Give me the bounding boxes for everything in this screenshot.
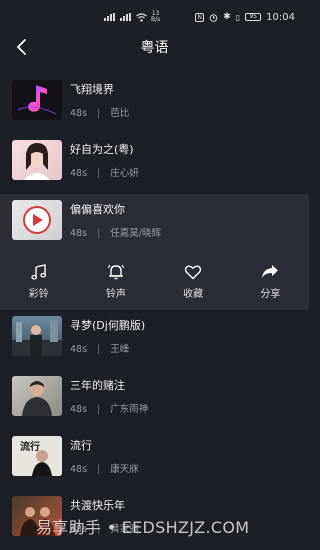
song-title-1: 飞翔境界 bbox=[70, 83, 114, 96]
song-action-bar: 彩铃 铃声 收藏 分享 bbox=[0, 252, 309, 310]
ringtone-label: 铃声 bbox=[105, 288, 126, 300]
nav-bar: 粤语 bbox=[0, 34, 309, 60]
net-speed: 13 B/s bbox=[151, 10, 161, 23]
song-row-6[interactable]: 流行 流行 48s | 康天庥 bbox=[0, 430, 309, 490]
music-note-icon bbox=[30, 263, 46, 280]
song-title-3: 偏偏喜欢你 bbox=[70, 203, 125, 216]
song-cover-4 bbox=[12, 316, 62, 356]
clock: 10:04 bbox=[266, 11, 295, 23]
heart-icon bbox=[184, 265, 202, 279]
song-title-7: 共渡快乐年 bbox=[70, 499, 125, 512]
ringback-button[interactable]: 彩铃 bbox=[0, 252, 77, 310]
bell-icon bbox=[107, 264, 124, 279]
signal-icon-2 bbox=[120, 13, 132, 21]
alarm-icon bbox=[209, 13, 218, 22]
song-title-6: 流行 bbox=[70, 439, 92, 452]
song-row-5[interactable]: 三年的赌注 48s | 广东雨神 bbox=[0, 370, 309, 430]
bluetooth-icon: ✱ bbox=[223, 12, 231, 22]
watermark: 易享助手 • EEDSHZJZ.COM bbox=[36, 518, 250, 537]
song-meta-6: 48s | 康天庥 bbox=[70, 464, 139, 475]
song-list: 飞翔境界 48s | 芭比 好自为之(粤) 48s | 庄心妍 偏偏喜欢你 48s | 任嘉… bbox=[0, 74, 309, 550]
cover-text-6: 流行 bbox=[20, 440, 40, 453]
signal-icon bbox=[104, 13, 116, 21]
nfc-icon: N bbox=[195, 12, 205, 22]
wifi-icon bbox=[136, 12, 147, 22]
song-cover-3 bbox=[12, 200, 62, 240]
vibrate-icon: ▯ bbox=[235, 12, 241, 22]
song-row-4[interactable]: 寻梦(Dj何鹏版) 48s | 王峰 bbox=[0, 310, 309, 370]
song-row-2[interactable]: 好自为之(粤) 48s | 庄心妍 bbox=[0, 134, 309, 194]
song-title-4: 寻梦(Dj何鹏版) bbox=[70, 319, 146, 332]
song-row-3[interactable]: 偏偏喜欢你 48s | 任嘉昊/晓辉 bbox=[0, 194, 309, 252]
song-title-5: 三年的赌注 bbox=[70, 379, 125, 392]
song-cover-6: 流行 bbox=[12, 436, 62, 476]
ringback-label: 彩铃 bbox=[28, 288, 49, 300]
battery-icon: 95 bbox=[245, 13, 262, 21]
song-meta-3: 48s | 任嘉昊/晓辉 bbox=[70, 228, 161, 239]
song-cover-1 bbox=[12, 80, 62, 120]
page-title: 粤语 bbox=[140, 40, 169, 56]
favorite-label: 收藏 bbox=[183, 288, 204, 300]
song-cover-2 bbox=[12, 140, 62, 180]
song-cover-5 bbox=[12, 376, 62, 416]
song-meta-2: 48s | 庄心妍 bbox=[70, 168, 139, 179]
ringtone-button[interactable]: 铃声 bbox=[77, 252, 154, 310]
status-bar: 13 B/s N ✱ ▯ 95 10:04 bbox=[0, 0, 309, 34]
status-right: N ✱ ▯ 95 10:04 bbox=[195, 12, 295, 23]
song-row-1[interactable]: 飞翔境界 48s | 芭比 bbox=[0, 74, 309, 134]
share-arrow-icon bbox=[262, 264, 279, 278]
song-meta-1: 48s | 芭比 bbox=[70, 108, 130, 119]
share-label: 分享 bbox=[260, 288, 281, 300]
share-button[interactable]: 分享 bbox=[232, 252, 309, 310]
favorite-button[interactable]: 收藏 bbox=[155, 252, 232, 310]
song-meta-4: 48s | 王峰 bbox=[70, 344, 130, 355]
status-left: 13 B/s bbox=[104, 11, 160, 23]
song-title-2: 好自为之(粤) bbox=[70, 143, 134, 156]
song-meta-5: 48s | 广东雨神 bbox=[70, 404, 149, 415]
